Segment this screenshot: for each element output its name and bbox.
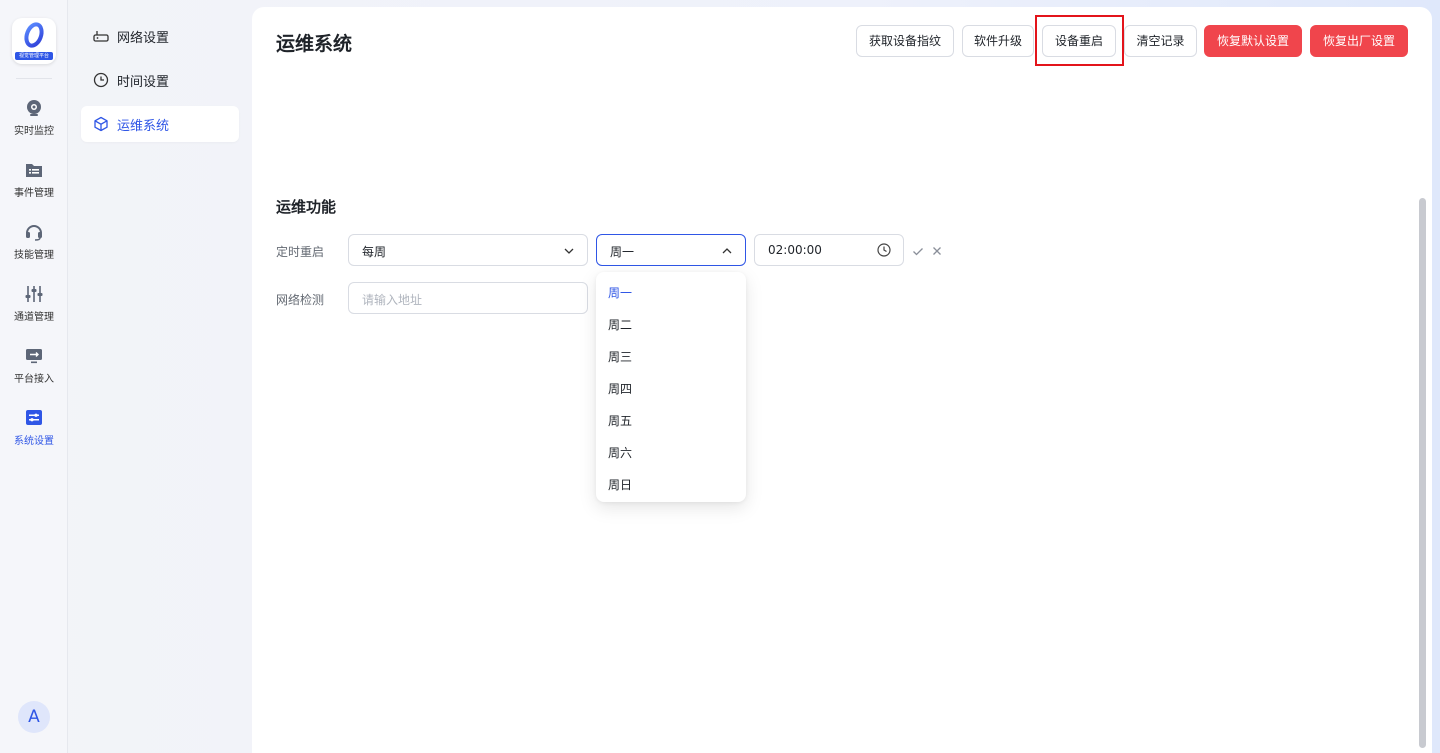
submenu-item-ops-system[interactable]: 运维系统 — [81, 106, 239, 142]
rail-item-realtime-monitor[interactable]: 实时监控 — [0, 98, 68, 150]
sliders-icon — [25, 286, 43, 302]
time-picker[interactable]: 02:00:00 — [754, 234, 904, 266]
scrollbar-thumb[interactable] — [1419, 198, 1426, 748]
dropdown-option-thursday[interactable]: 周四 — [596, 370, 746, 402]
option-label: 周五 — [608, 414, 633, 428]
rail-item-label: 平台接入 — [14, 374, 54, 385]
submenu-item-time-settings[interactable]: 时间设置 — [81, 62, 239, 98]
frequency-value: 每周 — [362, 245, 387, 259]
logo-text: 视觉管理平台 — [15, 52, 53, 60]
dropdown-option-wednesday[interactable]: 周三 — [596, 338, 746, 370]
logo-mark-icon — [24, 22, 44, 48]
rail-item-platform-access[interactable]: 平台接入 — [0, 346, 68, 398]
page-title: 运维系统 — [276, 33, 353, 55]
network-address-placeholder: 请输入地址 — [362, 293, 423, 307]
scheduled-reboot-label: 定时重启 — [276, 245, 325, 259]
dropdown-option-monday[interactable]: 周一 — [596, 274, 746, 306]
restore-default-button[interactable]: 恢复默认设置 — [1204, 25, 1302, 57]
option-label: 周四 — [608, 382, 633, 396]
rail-item-label: 技能管理 — [14, 250, 54, 261]
clock-icon — [877, 243, 891, 257]
dropdown-option-friday[interactable]: 周五 — [596, 402, 746, 434]
app-logo[interactable]: 视觉管理平台 — [12, 18, 56, 64]
option-label: 周六 — [608, 446, 633, 460]
cancel-close-icon[interactable] — [930, 244, 944, 258]
section-title: 运维功能 — [276, 198, 337, 216]
rail-item-label: 事件管理 — [14, 188, 54, 199]
folder-list-icon — [26, 164, 42, 177]
get-fingerprint-button[interactable]: 获取设备指纹 — [856, 25, 954, 57]
rail-item-event-management[interactable]: 事件管理 — [0, 160, 68, 212]
left-rail: 视觉管理平台 实时监控 事件管理 技能管理 通道管理 平台接入 系统设置 A — [0, 0, 68, 753]
main-panel: 运维系统 获取设备指纹 软件升级 设备重启 清空记录 恢复默认设置 恢复出厂设置… — [252, 7, 1432, 753]
rail-item-channel-management[interactable]: 通道管理 — [0, 284, 68, 336]
option-label: 周二 — [608, 318, 633, 332]
camera-icon — [27, 100, 41, 116]
factory-reset-button[interactable]: 恢复出厂设置 — [1310, 25, 1408, 57]
settings-submenu: 网络设置 时间设置 运维系统 — [68, 0, 252, 753]
network-check-label: 网络检测 — [276, 293, 325, 307]
rail-item-label: 系统设置 — [14, 436, 54, 447]
rail-item-skill-management[interactable]: 技能管理 — [0, 222, 68, 274]
day-dropdown-menu: 周一 周二 周三 周四 周五 周六 周日 — [596, 272, 746, 502]
chevron-up-icon — [722, 248, 732, 254]
settings-panel-icon — [26, 410, 42, 425]
time-value: 02:00:00 — [768, 243, 822, 257]
dropdown-option-saturday[interactable]: 周六 — [596, 434, 746, 466]
rail-item-label: 实时监控 — [14, 126, 54, 137]
day-select[interactable]: 周一 — [596, 234, 746, 266]
submenu-item-label: 网络设置 — [117, 31, 170, 46]
network-address-input[interactable]: 请输入地址 — [348, 282, 588, 314]
option-label: 周三 — [608, 350, 633, 364]
device-reboot-button[interactable]: 设备重启 — [1042, 25, 1116, 57]
submenu-item-network-settings[interactable]: 网络设置 — [81, 18, 239, 54]
headset-icon — [26, 225, 42, 241]
clock-icon — [93, 72, 109, 88]
avatar[interactable]: A — [18, 701, 50, 733]
frequency-select[interactable]: 每周 — [348, 234, 588, 266]
submenu-item-label: 运维系统 — [117, 119, 170, 134]
option-label: 周日 — [608, 478, 633, 492]
software-upgrade-button[interactable]: 软件升级 — [962, 25, 1034, 57]
dropdown-option-sunday[interactable]: 周日 — [596, 466, 746, 498]
router-icon — [93, 31, 109, 42]
rail-item-label: 通道管理 — [14, 312, 54, 323]
submenu-item-label: 时间设置 — [117, 75, 170, 90]
monitor-arrows-icon — [26, 349, 42, 364]
rail-item-system-settings[interactable]: 系统设置 — [0, 408, 68, 460]
option-label: 周一 — [608, 286, 633, 300]
chevron-down-icon — [564, 248, 574, 254]
rail-divider — [16, 78, 52, 79]
cube-icon — [94, 116, 108, 132]
confirm-check-icon[interactable] — [911, 244, 925, 258]
clear-logs-button[interactable]: 清空记录 — [1124, 25, 1197, 57]
day-value: 周一 — [610, 245, 635, 259]
dropdown-option-tuesday[interactable]: 周二 — [596, 306, 746, 338]
